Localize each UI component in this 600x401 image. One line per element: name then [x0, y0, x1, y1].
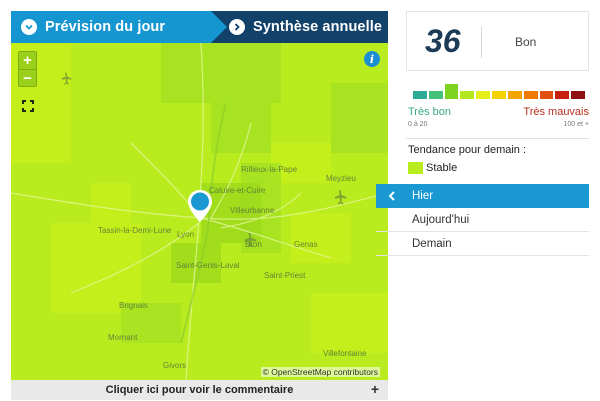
divider: [406, 138, 589, 139]
day-list: Hier Aujourd'hui Demain: [376, 184, 589, 256]
place-label: Saint-Priest: [264, 271, 306, 280]
scale-segment: [460, 91, 475, 99]
day-item-aujourdhui[interactable]: Aujourd'hui: [376, 208, 589, 232]
tab-bar: Prévision du jour Synthèse annuelle: [11, 11, 388, 43]
chevron-right-icon: [229, 19, 245, 35]
day-item-demain[interactable]: Demain: [376, 232, 589, 256]
scale-segment: [428, 91, 443, 99]
chevron-down-icon: [21, 19, 37, 35]
tab-label: Prévision du jour: [45, 19, 166, 35]
map-panel: Prévision du jour Synthèse annuelle Rill…: [11, 11, 388, 400]
index-value: 36: [425, 23, 461, 59]
fullscreen-icon[interactable]: [21, 99, 35, 113]
place-label: Rillieux-la-Pape: [241, 165, 298, 174]
scale-segment: [523, 91, 538, 99]
separator: [481, 26, 482, 58]
map-attribution[interactable]: © OpenStreetMap contributors: [260, 367, 380, 377]
tab-label: Synthèse annuelle: [253, 19, 383, 35]
tab-prevision-du-jour[interactable]: Prévision du jour: [11, 11, 227, 43]
place-label: Meyzieu: [326, 174, 356, 183]
tab-synthese-annuelle[interactable]: Synthèse annuelle: [219, 11, 382, 43]
place-label: Givors: [163, 361, 187, 370]
place-label: Saint-Genis-Laval: [176, 261, 240, 270]
index-label: Bon: [515, 35, 537, 49]
info-icon[interactable]: i: [364, 51, 380, 67]
place-label: Mornant: [108, 333, 138, 342]
trend-title: Tendance pour demain :: [408, 144, 527, 156]
place-label: Genas: [294, 240, 318, 249]
trend-label: Stable: [426, 162, 458, 174]
air-quality-widget: Prévision du jour Synthèse annuelle Rill…: [0, 0, 600, 401]
pollution-map[interactable]: Rillieux-la-Pape Caluire-et-Cuire Meyzie…: [11, 43, 388, 380]
scale-segment: [507, 91, 522, 99]
scale-segment: [492, 91, 506, 99]
scale-right-label: Très mauvais: [523, 106, 589, 118]
place-label: Caluire-et-Cuire: [209, 186, 266, 195]
place-label: Lyon: [177, 230, 195, 239]
day-label: Hier: [412, 189, 434, 202]
day-label: Demain: [412, 237, 452, 250]
place-label: Bron: [245, 240, 262, 249]
scale-segment: [413, 91, 427, 99]
day-label: Aujourd'hui: [412, 213, 470, 226]
comment-label: Cliquer ici pour voir le commentaire: [105, 384, 294, 396]
location-pin-icon[interactable]: [187, 189, 213, 228]
scale-segment: [539, 91, 554, 99]
zoom-in-button[interactable]: +: [19, 52, 36, 69]
scale-segment: [571, 91, 585, 99]
scale-right-range: 100 et +: [563, 121, 590, 128]
day-item-hier[interactable]: Hier: [376, 184, 589, 208]
place-label: Villeurbanne: [230, 206, 275, 215]
trend-swatch: [408, 162, 423, 174]
index-score-box: 36 Bon: [406, 11, 589, 71]
zoom-out-button[interactable]: −: [19, 69, 36, 86]
chevron-left-icon: [386, 190, 398, 202]
place-label: Brignais: [119, 301, 148, 310]
show-comment-button[interactable]: Cliquer ici pour voir le commentaire +: [11, 380, 388, 400]
scale-segment: [444, 84, 459, 99]
plus-icon: +: [370, 381, 379, 397]
zoom-control: + −: [18, 51, 37, 87]
scale-segment: [555, 91, 570, 99]
scale-segment: [476, 91, 491, 99]
scale-left-range: 0 à 20: [408, 121, 428, 128]
place-label: Tassin-la-Demi-Lune: [98, 226, 172, 235]
scale-left-label: Très bon: [408, 106, 452, 118]
quality-scale: [413, 83, 585, 99]
place-label: Villefontaine: [323, 349, 367, 358]
